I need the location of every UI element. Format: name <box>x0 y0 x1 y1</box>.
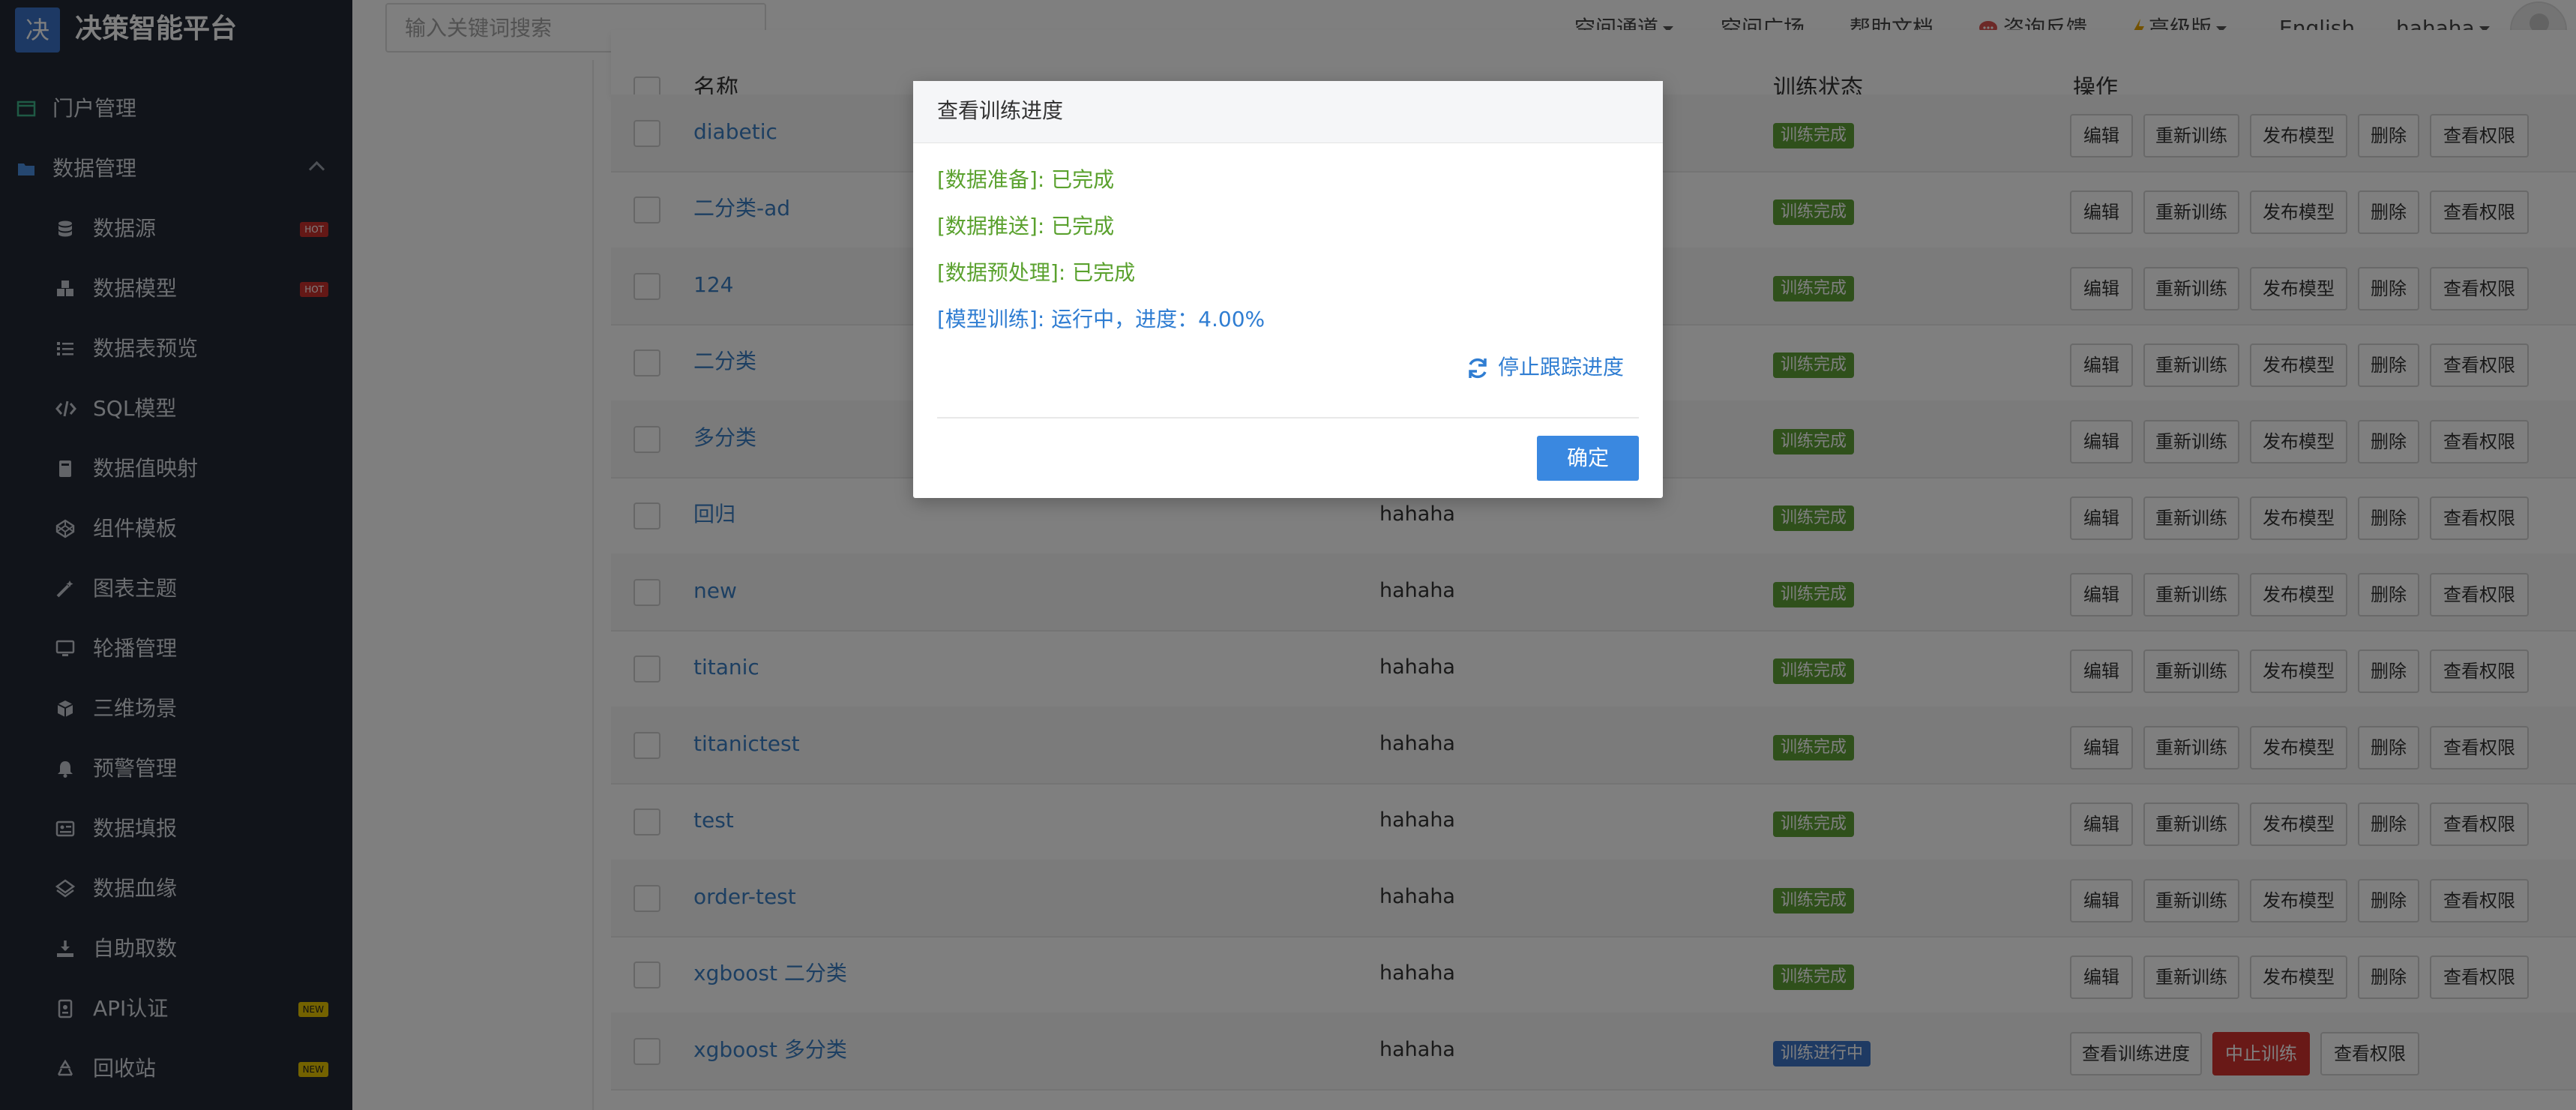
stop-tracking-label: 停止跟踪进度 <box>1497 355 1624 380</box>
refresh-icon <box>1469 358 1487 379</box>
confirm-button[interactable]: 确定 <box>1537 436 1639 481</box>
modal-title: 查看训练进度 <box>937 98 1064 123</box>
stop-tracking-link[interactable]: 停止跟踪进度 <box>1465 352 1624 382</box>
progress-step-data-prep: [数据准备]: 已完成 <box>937 167 1115 192</box>
modal-header: 查看训练进度 <box>913 81 1663 143</box>
progress-step-model-training: [模型训练]: 运行中，进度：4.00% <box>937 307 1266 332</box>
progress-step-preprocess: [数据预处理]: 已完成 <box>937 260 1136 285</box>
progress-step-data-push: [数据推送]: 已完成 <box>937 214 1115 238</box>
modal-divider <box>937 417 1639 418</box>
training-progress-modal: 查看训练进度 [数据准备]: 已完成 [数据推送]: 已完成 [数据预处理]: … <box>913 81 1663 498</box>
